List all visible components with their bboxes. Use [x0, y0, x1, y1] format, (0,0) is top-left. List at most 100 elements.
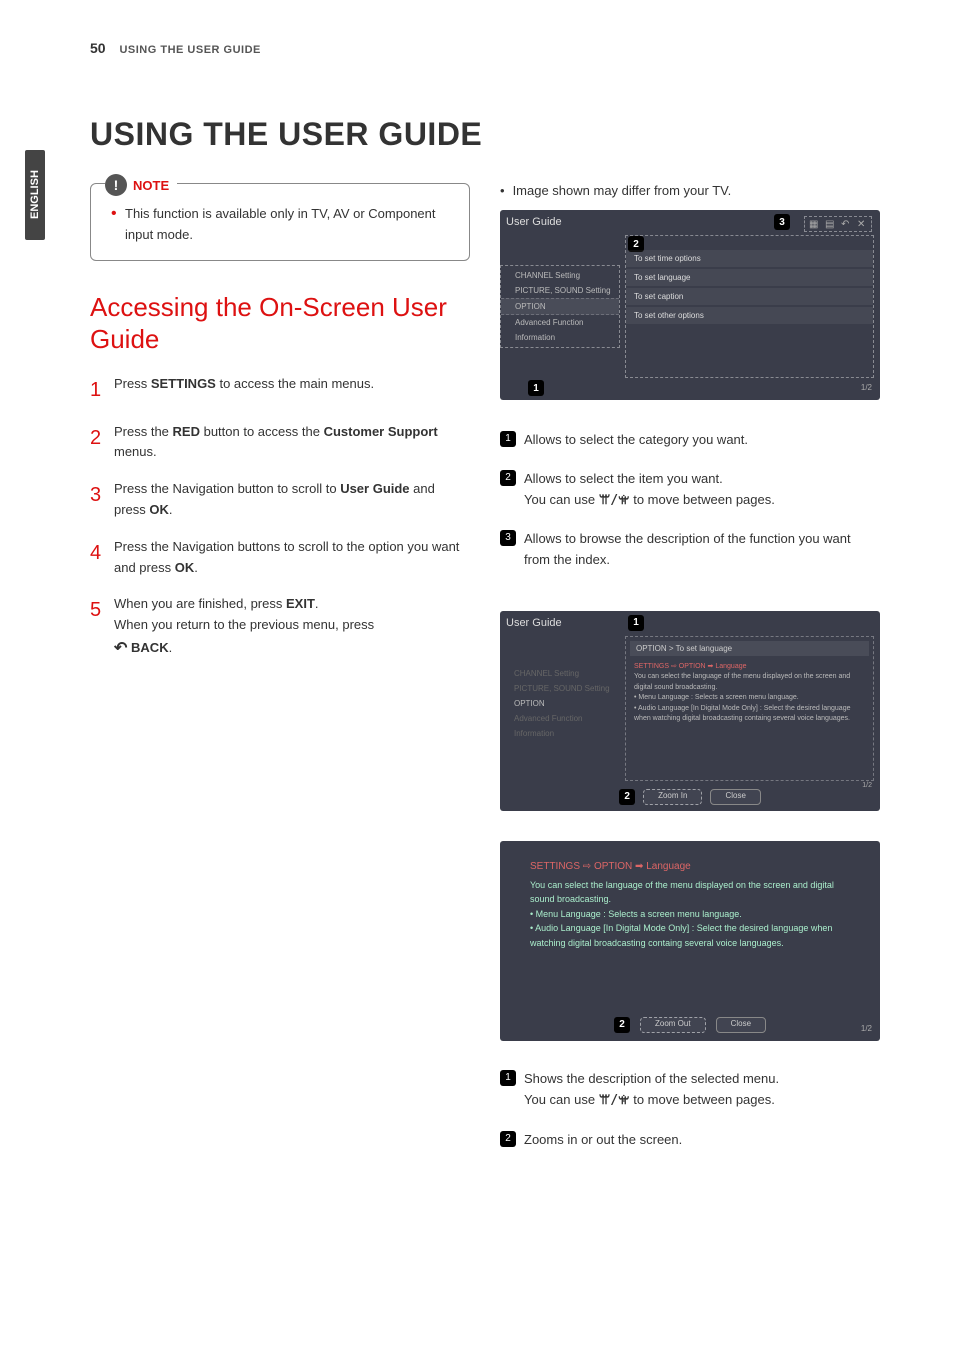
- tv3-buttons: 2 Zoom Out Close: [500, 1017, 880, 1033]
- red-button: RED: [173, 424, 200, 439]
- ok-key: OK: [175, 560, 195, 575]
- callout-3: 3: [774, 214, 790, 230]
- close-icon: ✕: [857, 219, 867, 229]
- body-line: You can select the language of the menu …: [634, 672, 865, 693]
- step-1: 1 Press SETTINGS to access the main menu…: [90, 374, 470, 406]
- note-text: This function is available only in TV, A…: [125, 204, 455, 246]
- badge-2: 2: [500, 1131, 516, 1147]
- settings-path: SETTINGS ⇨ OPTION ➡ Language: [530, 861, 850, 872]
- step-2: 2 Press the RED button to access the Cus…: [90, 422, 470, 464]
- close-button: Close: [710, 789, 760, 805]
- tv-screenshot-1: User Guide ▦ ▤ ↶ ✕ 3 2 1 CHANNEL Setting…: [500, 210, 880, 400]
- text: .: [169, 640, 173, 655]
- callout-2: 2: [619, 789, 635, 805]
- tv2-pathbar: OPTION > To set language: [630, 641, 869, 656]
- tv-side-option: OPTION: [500, 696, 620, 711]
- zoom-out-button: Zoom Out: [640, 1017, 706, 1033]
- page-header: 50 USING THE USER GUIDE: [90, 40, 894, 56]
- desc-text: Allows to select the category you want.: [524, 430, 748, 451]
- step-3: 3 Press the Navigation button to scroll …: [90, 479, 470, 521]
- desc-2: 2 Allows to select the item you want. Yo…: [500, 469, 880, 512]
- body-line: You can select the language of the menu …: [530, 878, 850, 907]
- desc-3: 3 Allows to browse the description of th…: [500, 529, 880, 571]
- text: Press the Navigation buttons to scroll t…: [114, 539, 459, 575]
- text: .: [315, 596, 319, 611]
- steps-list: 1 Press SETTINGS to access the main menu…: [90, 374, 470, 662]
- manual-page: 50 USING THE USER GUIDE ENGLISH USING TH…: [0, 0, 954, 1208]
- page-title: USING THE USER GUIDE: [90, 116, 894, 153]
- grid-icon: ▦: [809, 219, 819, 229]
- ok-key: OK: [149, 502, 169, 517]
- badge-1: 1: [500, 1070, 516, 1086]
- list-icon: ▤: [825, 219, 835, 229]
- tv2-buttons: 2 Zoom In Close: [500, 789, 880, 805]
- note-label: NOTE: [133, 178, 169, 193]
- up-down-icon: ꕌ/ꕍ: [599, 493, 630, 508]
- desc-text: Zooms in or out the screen.: [524, 1130, 682, 1151]
- text: to move between pages.: [630, 1092, 775, 1107]
- desc-text: Allows to select the item you want. You …: [524, 469, 775, 512]
- badge-2: 2: [500, 470, 516, 486]
- tv-title: User Guide: [500, 611, 880, 635]
- tv-side-advanced: Advanced Function: [500, 711, 620, 726]
- tv-page-counter: 1/2: [861, 383, 872, 392]
- tv-row-time: To set time options: [626, 250, 873, 267]
- callout-2: 2: [614, 1017, 630, 1033]
- step-body: Press the RED button to access the Custo…: [114, 422, 470, 464]
- note-icon: !: [105, 174, 127, 196]
- step-body: When you are finished, press EXIT. When …: [114, 594, 374, 661]
- tv-side-advanced: Advanced Function: [501, 315, 619, 330]
- tv2-body: SETTINGS ⇨ OPTION ➡ Language You can sel…: [630, 660, 869, 727]
- right-column: Image shown may differ from your TV. Use…: [500, 183, 880, 1168]
- tv-sidebar: CHANNEL Setting PICTURE, SOUND Setting O…: [500, 265, 620, 348]
- text: menus.: [114, 444, 157, 459]
- text: Press the Navigation button to scroll to: [114, 481, 340, 496]
- desc-1: 1 Allows to select the category you want…: [500, 430, 880, 451]
- text: Press: [114, 376, 151, 391]
- desc3-2: 2 Zooms in or out the screen.: [500, 1130, 880, 1151]
- back-key: BACK: [131, 640, 169, 655]
- step-number: 2: [90, 422, 114, 464]
- tv-side-option: OPTION: [501, 298, 619, 315]
- body-line: • Audio Language [In Digital Mode Only] …: [634, 704, 865, 725]
- back-icon: ↶: [841, 219, 851, 229]
- text: Menu Language : Selects a screen menu la…: [638, 694, 798, 701]
- page-number: 50: [90, 40, 106, 56]
- step-5: 5 When you are finished, press EXIT. Whe…: [90, 594, 470, 661]
- tv2-content: OPTION > To set language SETTINGS ⇨ OPTI…: [625, 636, 874, 781]
- body-line: • Menu Language : Selects a screen menu …: [634, 693, 865, 704]
- tv-row-other: To set other options: [626, 307, 873, 324]
- text: When you return to the previous menu, pr…: [114, 617, 374, 632]
- settings-path: SETTINGS ⇨ OPTION ➡ Language: [634, 662, 865, 673]
- step-body: Press the Navigation button to scroll to…: [114, 479, 470, 521]
- text: to move between pages.: [630, 492, 775, 507]
- step-body: Press the Navigation buttons to scroll t…: [114, 537, 470, 579]
- callout-1: 1: [628, 615, 644, 631]
- body-line: • Menu Language : Selects a screen menu …: [530, 907, 850, 921]
- up-down-icon: ꕌ/ꕍ: [599, 1093, 630, 1108]
- tv-row-caption: To set caption: [626, 288, 873, 305]
- badge-1: 1: [500, 431, 516, 447]
- note-box: ! NOTE This function is available only i…: [90, 183, 470, 261]
- exit-key: EXIT: [286, 596, 315, 611]
- text: Menu Language : Selects a screen menu la…: [536, 909, 742, 919]
- tv-right-panel: To set time options To set language To s…: [625, 235, 874, 378]
- tv-row-language: To set language: [626, 269, 873, 286]
- tv-screenshot-3: SETTINGS ⇨ OPTION ➡ Language You can sel…: [500, 841, 880, 1041]
- customer-support: Customer Support: [324, 424, 438, 439]
- step-number: 1: [90, 374, 114, 406]
- badge-3: 3: [500, 530, 516, 546]
- desc-text: Shows the description of the selected me…: [524, 1069, 779, 1112]
- note-header: ! NOTE: [105, 174, 177, 196]
- desc-text: Allows to browse the description of the …: [524, 529, 880, 571]
- image-disclaimer: Image shown may differ from your TV.: [500, 183, 880, 198]
- text: You can use: [524, 492, 599, 507]
- text: Audio Language [In Digital Mode Only] : …: [634, 705, 851, 723]
- two-column-layout: ! NOTE This function is available only i…: [90, 183, 894, 1168]
- settings-key: SETTINGS: [151, 376, 216, 391]
- desc3-1: 1 Shows the description of the selected …: [500, 1069, 880, 1112]
- callout-1: 1: [528, 380, 544, 396]
- tv-side-picture-sound: PICTURE, SOUND Setting: [500, 681, 620, 696]
- text: When you are finished, press: [114, 596, 286, 611]
- step-4: 4 Press the Navigation buttons to scroll…: [90, 537, 470, 579]
